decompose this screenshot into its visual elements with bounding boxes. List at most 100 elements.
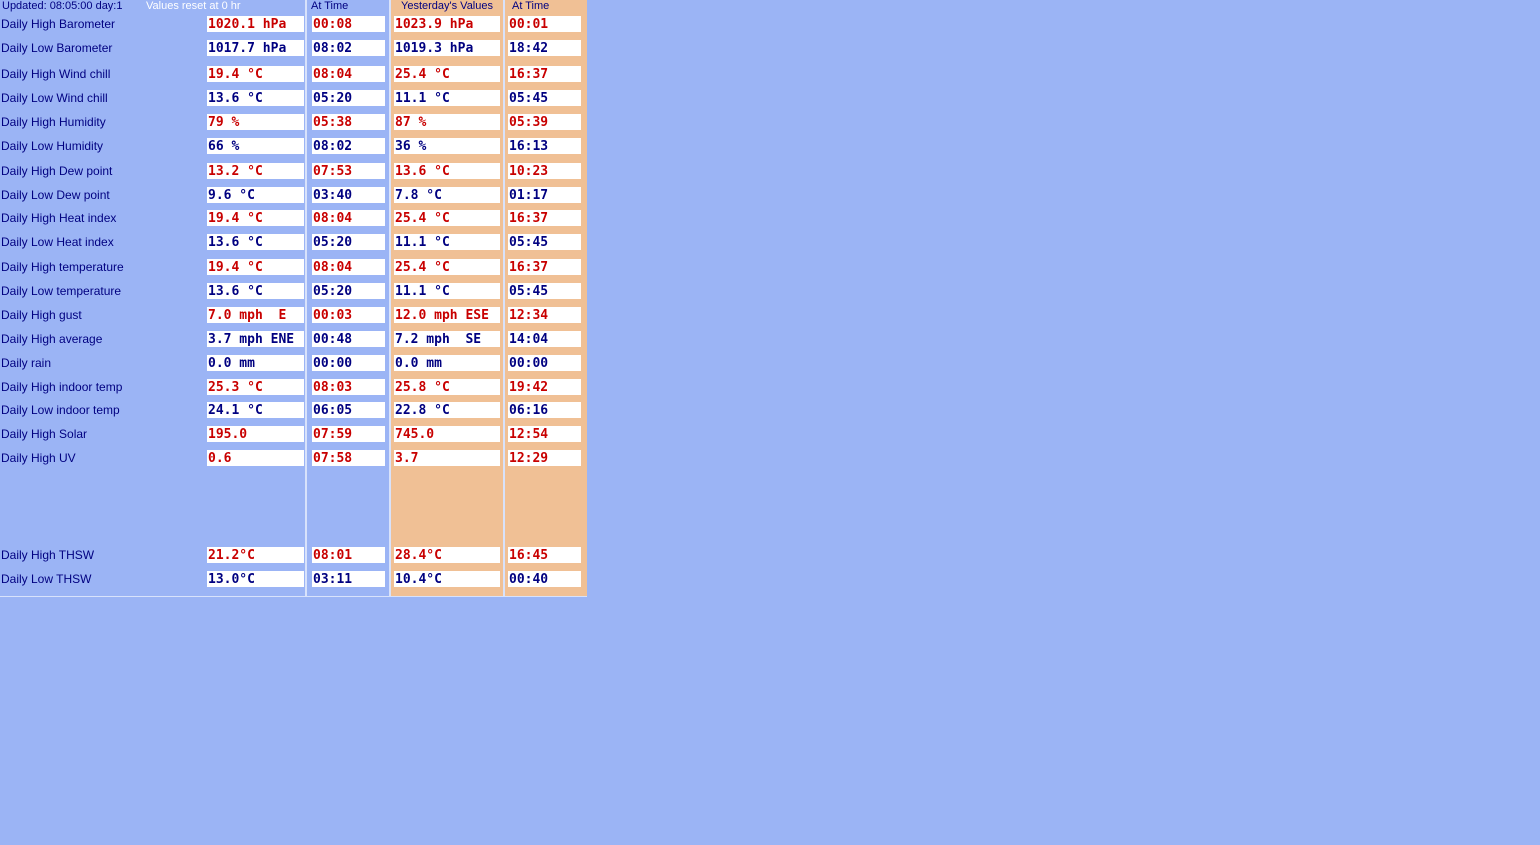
row-label: Daily High Barometer (1, 17, 116, 31)
yesterday-value: 28.4°C (394, 547, 500, 563)
row-label: Daily Low Heat index (1, 235, 114, 249)
today-value: 19.4 °C (207, 210, 304, 226)
today-time: 08:03 (312, 379, 385, 395)
today-time: 05:20 (312, 283, 385, 299)
today-value: 19.4 °C (207, 259, 304, 275)
today-value: 13.2 °C (207, 163, 304, 179)
weather-records-panel: Updated: 08:05:00 day:1 Values reset at … (0, 0, 587, 597)
row-label: Daily High indoor temp (1, 380, 123, 394)
row-label: Daily High Heat index (1, 211, 117, 225)
row-label: Daily Low Humidity (1, 139, 104, 153)
yesterday-value: 745.0 (394, 426, 500, 442)
row-label: Daily rain (1, 356, 52, 370)
row-label: Daily High average (1, 332, 103, 346)
yesterday-time: 01:17 (508, 187, 581, 203)
today-time: 03:40 (312, 187, 385, 203)
yesterday-time: 05:45 (508, 234, 581, 250)
yesterday-time: 16:45 (508, 547, 581, 563)
panel-bottom-line (0, 596, 587, 597)
today-time: 07:53 (312, 163, 385, 179)
yesterday-time: 16:37 (508, 259, 581, 275)
row-label: Daily Low temperature (1, 284, 122, 298)
yesterday-value: 22.8 °C (394, 402, 500, 418)
today-time: 08:04 (312, 66, 385, 82)
yesterday-time: 05:45 (508, 90, 581, 106)
today-time: 00:00 (312, 355, 385, 371)
row-label: Daily Low Dew point (1, 188, 110, 202)
yesterday-value: 12.0 mph ESE (394, 307, 500, 323)
yesterday-time: 12:34 (508, 307, 581, 323)
row-label: Daily High THSW (1, 548, 95, 562)
row-label: Daily Low Barometer (1, 41, 113, 55)
today-value: 195.0 (207, 426, 304, 442)
updated-label: Updated: 08:05:00 day:1 (2, 0, 123, 12)
today-value: 1017.7 hPa (207, 40, 304, 56)
yesterday-time: 16:37 (508, 210, 581, 226)
today-time: 08:04 (312, 259, 385, 275)
today-time: 05:20 (312, 90, 385, 106)
yesterday-value: 0.0 mm (394, 355, 500, 371)
yesterday-value: 11.1 °C (394, 283, 500, 299)
today-time: 08:04 (312, 210, 385, 226)
yesterday-value: 7.2 mph SE (394, 331, 500, 347)
today-time: 08:01 (312, 547, 385, 563)
row-label: Daily High Solar (1, 427, 88, 441)
column-divider (305, 0, 307, 597)
yesterday-time: 14:04 (508, 331, 581, 347)
yesterday-time: 06:16 (508, 402, 581, 418)
row-label: Daily High Wind chill (1, 67, 111, 81)
yesterday-header: Yesterday's Values (401, 0, 493, 12)
today-value: 1020.1 hPa (207, 16, 304, 32)
today-value: 3.7 mph ENE (207, 331, 304, 347)
yesterday-time: 12:54 (508, 426, 581, 442)
today-value: 0.6 (207, 450, 304, 466)
today-time: 06:05 (312, 402, 385, 418)
yesterday-value: 10.4°C (394, 571, 500, 587)
at-time-header: At Time (311, 0, 349, 12)
yesterday-value: 25.4 °C (394, 259, 500, 275)
yesterday-time: 18:42 (508, 40, 581, 56)
yesterday-time: 05:39 (508, 114, 581, 130)
today-value: 25.3 °C (207, 379, 304, 395)
today-time: 00:48 (312, 331, 385, 347)
today-value: 13.0°C (207, 571, 304, 587)
yesterday-value: 7.8 °C (394, 187, 500, 203)
today-value: 79 % (207, 114, 304, 130)
reset-note: Values reset at 0 hr (146, 0, 241, 12)
yesterday-value: 13.6 °C (394, 163, 500, 179)
today-value: 13.6 °C (207, 90, 304, 106)
yesterday-time: 16:13 (508, 138, 581, 154)
yesterday-value: 1023.9 hPa (394, 16, 500, 32)
yesterday-value: 36 % (394, 138, 500, 154)
yesterday-time: 16:37 (508, 66, 581, 82)
column-divider (503, 0, 505, 597)
yesterday-time: 19:42 (508, 379, 581, 395)
today-value: 19.4 °C (207, 66, 304, 82)
today-value: 66 % (207, 138, 304, 154)
today-value: 7.0 mph E (207, 307, 304, 323)
today-time: 03:11 (312, 571, 385, 587)
today-time: 00:03 (312, 307, 385, 323)
row-label: Daily High UV (1, 451, 76, 465)
today-value: 9.6 °C (207, 187, 304, 203)
row-label: Daily High gust (1, 308, 82, 322)
yesterday-at-time-header: At Time (512, 0, 550, 12)
yesterday-time: 00:00 (508, 355, 581, 371)
today-time: 05:20 (312, 234, 385, 250)
today-time: 07:58 (312, 450, 385, 466)
row-label: Daily Low Wind chill (1, 91, 108, 105)
row-label: Daily High temperature (1, 260, 124, 274)
yesterday-value: 25.4 °C (394, 210, 500, 226)
today-value: 0.0 mm (207, 355, 304, 371)
today-time: 07:59 (312, 426, 385, 442)
yesterday-time: 12:29 (508, 450, 581, 466)
row-label: Daily Low THSW (1, 572, 92, 586)
row-label: Daily High Humidity (1, 115, 106, 129)
yesterday-value: 11.1 °C (394, 90, 500, 106)
row-label: Daily Low indoor temp (1, 403, 120, 417)
yesterday-value: 25.4 °C (394, 66, 500, 82)
yesterday-time: 10:23 (508, 163, 581, 179)
today-value: 24.1 °C (207, 402, 304, 418)
yesterday-value: 87 % (394, 114, 500, 130)
today-value: 13.6 °C (207, 234, 304, 250)
